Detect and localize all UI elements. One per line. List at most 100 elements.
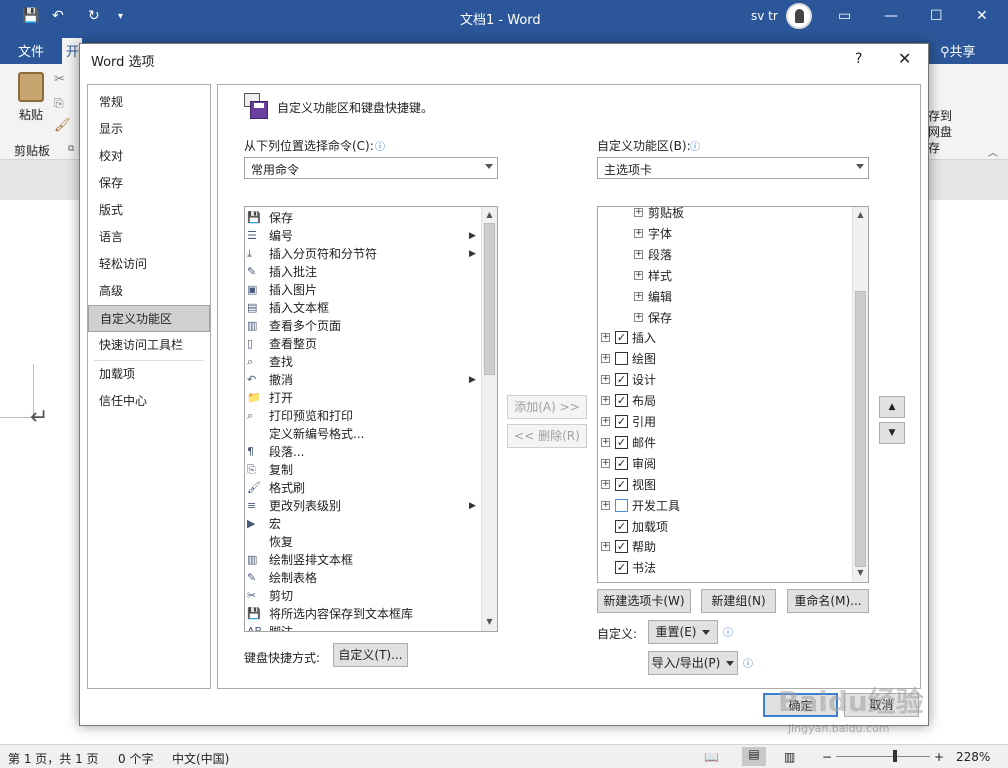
nav-general[interactable]: 常规 bbox=[88, 89, 210, 116]
tab-checkbox[interactable]: ✓ bbox=[615, 540, 628, 554]
customize-ribbon-combo[interactable]: 主选项卡 bbox=[597, 157, 869, 179]
command-item[interactable]: ⤓ 插入分页符和分节符 ▶ bbox=[245, 245, 481, 263]
tab-checkbox[interactable]: ✓ bbox=[615, 435, 628, 449]
command-item[interactable]: ✎ 绘制表格 bbox=[245, 569, 481, 587]
command-item[interactable]: ↶ 撤消 ▶ bbox=[245, 371, 481, 389]
tab-checkbox[interactable]: ✓ bbox=[615, 456, 628, 470]
minimize-icon[interactable]: — bbox=[884, 8, 898, 24]
nav-display[interactable]: 显示 bbox=[88, 116, 210, 143]
command-item[interactable]: ⎘ 复制 bbox=[245, 461, 481, 479]
ribbon-tree-item[interactable]: +✓百度网盘 bbox=[598, 579, 852, 583]
rename-button[interactable]: 重命名(M)... bbox=[787, 589, 869, 613]
command-item[interactable]: 📁 打开 bbox=[245, 389, 481, 407]
ribbon-tree-item[interactable]: + ✓ 审阅 bbox=[598, 454, 852, 474]
command-item[interactable]: 定义新编号格式... bbox=[245, 425, 481, 443]
dialog-launcher-icon[interactable]: ⧉ bbox=[68, 144, 74, 154]
ribbon-display-icon[interactable]: ▭ bbox=[838, 8, 851, 24]
ribbon-tree-item[interactable]: + ✓ 视图 bbox=[598, 475, 852, 495]
expand-icon[interactable]: + bbox=[634, 249, 643, 259]
zoom-slider[interactable] bbox=[836, 756, 930, 757]
undo-icon[interactable]: ↶ bbox=[52, 8, 64, 24]
expand-icon[interactable]: + bbox=[601, 458, 610, 468]
expand-icon[interactable]: + bbox=[634, 208, 643, 217]
save-icon[interactable]: 💾 bbox=[22, 8, 39, 24]
expand-icon[interactable]: + bbox=[601, 396, 610, 406]
ribbon-tree-item[interactable]: + 保存 bbox=[598, 308, 852, 328]
info-icon[interactable]: ⓘ bbox=[690, 138, 700, 153]
scroll-up-icon[interactable]: ▲ bbox=[855, 210, 866, 221]
tree-scrollbar[interactable]: ▲ ▼ bbox=[852, 207, 868, 582]
ribbon-tree-item[interactable]: + ✓ 插入 bbox=[598, 328, 852, 348]
read-mode-icon[interactable]: 📖 bbox=[704, 750, 719, 764]
command-item[interactable]: ⌕ 查找 bbox=[245, 353, 481, 371]
remove-button[interactable]: << 删除(R) bbox=[507, 424, 587, 448]
nav-accessibility[interactable]: 轻松访问 bbox=[88, 251, 210, 278]
nav-trust-center[interactable]: 信任中心 bbox=[88, 388, 210, 415]
zoom-in-icon[interactable]: + bbox=[934, 750, 944, 764]
zoom-slider-thumb[interactable] bbox=[893, 750, 897, 762]
maximize-icon[interactable]: ☐ bbox=[930, 8, 943, 24]
choose-commands-combo[interactable]: 常用命令 bbox=[244, 157, 498, 179]
expand-icon[interactable]: + bbox=[634, 312, 643, 322]
format-painter-icon[interactable]: 🖌 bbox=[54, 118, 71, 133]
tab-checkbox[interactable]: ✓ bbox=[615, 582, 628, 583]
ribbon-tree-item[interactable]: + 开发工具 bbox=[598, 496, 852, 516]
ribbon-tree-item[interactable]: + 编辑 bbox=[598, 287, 852, 307]
ribbon-tree-item[interactable]: + 段落 bbox=[598, 245, 852, 265]
expand-icon[interactable]: + bbox=[601, 437, 610, 447]
share-button[interactable]: ⚲共享 bbox=[940, 41, 976, 60]
move-down-button[interactable]: ▼ bbox=[879, 422, 905, 444]
user-name[interactable]: sv tr bbox=[751, 9, 778, 23]
ribbon-tree-item[interactable]: + ✓ 邮件 bbox=[598, 433, 852, 453]
new-group-button[interactable]: 新建组(N) bbox=[701, 589, 776, 613]
expand-icon[interactable]: + bbox=[601, 417, 610, 426]
tab-checkbox[interactable] bbox=[615, 352, 628, 366]
command-item[interactable]: 🖌 格式刷 bbox=[245, 479, 481, 497]
nav-customize-ribbon[interactable]: 自定义功能区 bbox=[88, 305, 210, 332]
expand-icon[interactable]: + bbox=[634, 228, 643, 238]
tab-checkbox[interactable]: ✓ bbox=[615, 519, 628, 533]
command-item[interactable]: ≡ 更改列表级别 ▶ bbox=[245, 497, 481, 515]
command-item[interactable]: 💾 将所选内容保存到文本框库 bbox=[245, 605, 481, 623]
cut-icon[interactable]: ✂ bbox=[54, 72, 65, 87]
info-icon[interactable]: ⓘ bbox=[723, 624, 733, 639]
reset-button[interactable]: 重置(E) bbox=[648, 620, 718, 644]
command-item[interactable]: 💾 保存 bbox=[245, 209, 481, 227]
language[interactable]: 中文(中国) bbox=[172, 750, 229, 767]
print-layout-icon[interactable]: ▤ bbox=[742, 747, 766, 766]
import-export-button[interactable]: 导入/导出(P) bbox=[648, 651, 738, 675]
ribbon-tree-item[interactable]: + 字体 bbox=[598, 224, 852, 244]
ribbon-tree-item[interactable]: + ✓ 设计 bbox=[598, 370, 852, 390]
info-icon[interactable]: ⓘ bbox=[743, 655, 753, 670]
nav-save[interactable]: 保存 bbox=[88, 170, 210, 197]
dialog-close-button[interactable]: ✕ bbox=[898, 49, 911, 68]
info-icon[interactable]: ⓘ bbox=[375, 138, 385, 153]
nav-advanced[interactable]: 高级 bbox=[88, 278, 210, 305]
scroll-thumb[interactable] bbox=[484, 223, 495, 375]
command-item[interactable]: ⌕ 打印预览和打印 bbox=[245, 407, 481, 425]
expand-icon[interactable]: + bbox=[601, 354, 610, 364]
ribbon-tree-item[interactable]: + ✓ 引用 bbox=[598, 412, 852, 432]
command-item[interactable]: ▤ 插入文本框 bbox=[245, 299, 481, 317]
window-close-icon[interactable]: ✕ bbox=[976, 8, 988, 24]
new-tab-button[interactable]: 新建选项卡(W) bbox=[597, 589, 691, 613]
copy-icon[interactable]: ⎘ bbox=[54, 96, 64, 111]
word-count[interactable]: 0 个字 bbox=[118, 750, 153, 767]
commands-scrollbar[interactable]: ▲ ▼ bbox=[481, 207, 497, 631]
command-item[interactable]: ✂ 剪切 bbox=[245, 587, 481, 605]
expand-icon[interactable]: + bbox=[601, 479, 610, 489]
nav-add-ins[interactable]: 加载项 bbox=[88, 361, 210, 388]
scroll-thumb[interactable] bbox=[855, 291, 866, 567]
ribbon-tree[interactable]: + 剪贴板 + 字体 + 段落 + 样式 + 编辑 + 保存 + ✓ 插入 + 绘图 + ✓ 设计 + ✓ 布局 + ✓ 引用 + ✓… bbox=[597, 206, 869, 583]
expand-icon[interactable]: + bbox=[601, 375, 610, 385]
help-button[interactable]: ? bbox=[855, 51, 862, 67]
ribbon-tree-item[interactable]: + ✓ 帮助 bbox=[598, 537, 852, 557]
web-layout-icon[interactable]: ▥ bbox=[784, 750, 795, 764]
scroll-down-icon[interactable]: ▼ bbox=[484, 617, 495, 628]
expand-icon[interactable]: + bbox=[601, 333, 610, 343]
command-item[interactable]: ¶ 段落... bbox=[245, 443, 481, 461]
ribbon-tree-item[interactable]: ✓ 加载项 bbox=[598, 517, 852, 537]
baidu-netdisk-button[interactable]: 存到 网盘 存 bbox=[928, 108, 952, 156]
avatar[interactable] bbox=[786, 3, 812, 29]
paste-button[interactable]: 粘贴 bbox=[14, 72, 48, 142]
